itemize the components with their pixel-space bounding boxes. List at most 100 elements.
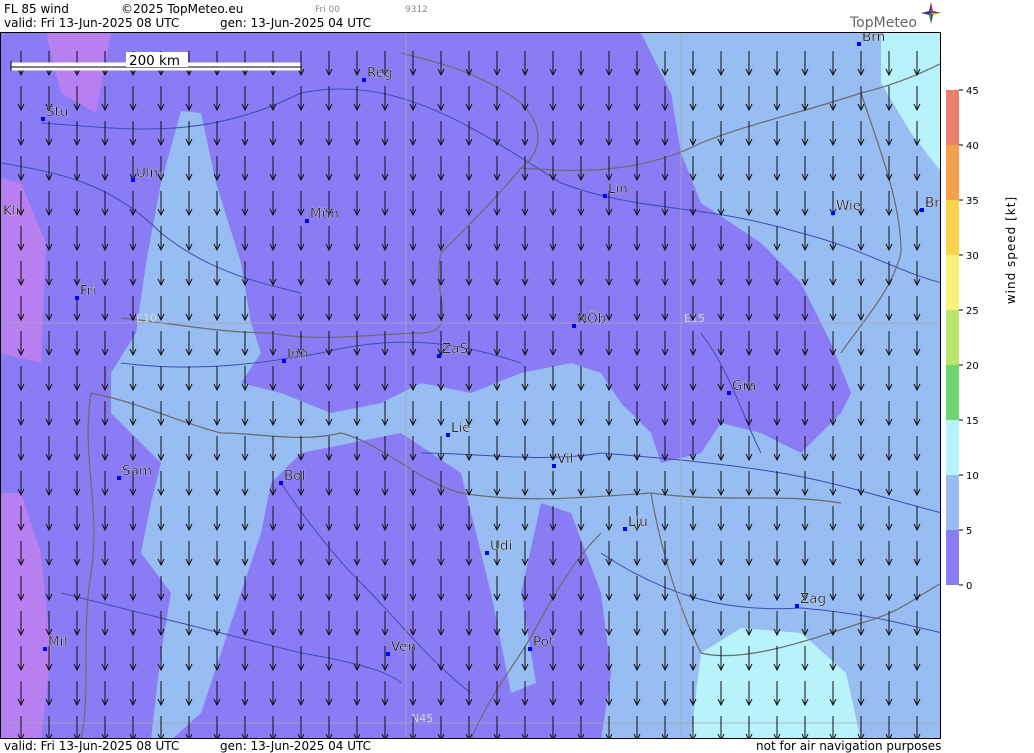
city-reg: Reg (362, 65, 393, 82)
wind-map: E10 E15 N45 200 km Brn Reg Stu Ulm Kli Mün Lin… (0, 32, 941, 739)
city-marker (362, 78, 366, 82)
city-zas: ZaS (437, 341, 468, 358)
city-label: Zag (800, 591, 826, 607)
city-marker (282, 359, 286, 363)
legend-swatch (946, 255, 959, 310)
city-label: Udi (490, 538, 512, 554)
city-label: Ulm (136, 165, 163, 181)
city-marker (623, 527, 627, 531)
footer-generated-time: gen: 13-Jun-2025 04 UTC (220, 739, 372, 753)
city-marker (920, 208, 924, 212)
city-label: Fri (80, 283, 96, 299)
city-marker (386, 652, 390, 656)
city-mün: Mün (305, 206, 339, 223)
city-marker (727, 391, 731, 395)
city-stu: Stu (41, 104, 69, 121)
legend-ticks: 45 40 35 30 25 20 15 10 5 0 (959, 86, 979, 592)
legend-tick-label: 35 (966, 196, 979, 207)
city-marker (485, 551, 489, 555)
city-marker (75, 296, 79, 300)
city-marker (43, 647, 47, 651)
city-ulm: Ulm (131, 165, 163, 182)
city-label: Brn (862, 33, 885, 45)
legend-swatch (946, 310, 959, 365)
city-label: Kli (3, 203, 19, 219)
city-marker (552, 464, 556, 468)
city-label: Lju (628, 514, 648, 530)
city-marker (831, 211, 835, 215)
city-label: Inn (287, 346, 308, 362)
city-marker (131, 178, 135, 182)
city-marker (117, 476, 121, 480)
legend-tick-label: 40 (966, 141, 979, 152)
city-nöb: NÖb (572, 309, 606, 328)
city-label: Reg (367, 65, 393, 81)
legend-title: wind speed [kt] (1004, 196, 1018, 304)
city-label: Lie (451, 420, 471, 436)
generated-time: gen: 13-Jun-2025 04 UTC (220, 16, 372, 30)
legend: 45 40 35 30 25 20 15 10 5 0 wind speed [kt] (946, 86, 1018, 592)
legend-swatch (946, 420, 959, 475)
copyright: ©2025 TopMeteo.eu (121, 2, 244, 16)
city-sam: Sam (117, 463, 152, 480)
city-gra: Gra (727, 378, 756, 395)
city-label: Vil (557, 451, 573, 467)
logo: TopMeteo (850, 15, 917, 31)
legend-tick-label: 5 (966, 526, 972, 537)
grid-label-e15: E15 (684, 312, 705, 325)
city-marker (857, 42, 861, 46)
footer-disclaimer: not for air navigation purposes (756, 739, 942, 753)
city-label: Mil (48, 634, 67, 650)
city-marker (446, 433, 450, 437)
grid-label-e10: E10 (136, 312, 157, 325)
city-label: Sam (122, 463, 152, 479)
city-label: Mün (310, 206, 339, 222)
city-label: Br (925, 195, 940, 211)
city-marker (437, 354, 441, 358)
city-label: Gra (732, 378, 756, 394)
frame-id: 9312 (405, 5, 428, 15)
footer-valid-time: valid: Fri 13-Jun-2025 08 UTC (4, 739, 180, 753)
frame-label: Fri 00 (315, 5, 341, 15)
legend-swatch (946, 200, 959, 255)
legend-tick-label: 20 (966, 361, 979, 372)
legend-color-bar (946, 90, 959, 585)
city-label: Pot (533, 634, 554, 650)
city-marker (795, 604, 799, 608)
city-label: Stu (46, 104, 68, 120)
legend-swatch (946, 145, 959, 200)
scale-bar-label: 200 km (129, 53, 180, 69)
city-label: Ven (391, 639, 416, 655)
legend-tick-label: 0 (966, 581, 972, 592)
legend-tick-label: 30 (966, 251, 979, 262)
city-marker (572, 324, 576, 328)
grid-label-n45: N45 (411, 712, 433, 725)
legend-swatch (946, 90, 959, 145)
city-marker (528, 647, 532, 651)
legend-swatch (946, 530, 959, 585)
city-ven: Ven (386, 639, 416, 656)
city-marker (603, 194, 607, 198)
city-label: ZaS (442, 341, 468, 357)
city-label: Wie (836, 198, 861, 214)
legend-tick-label: 45 (966, 86, 979, 97)
city-wie: Wie (831, 198, 861, 215)
compass-star-icon (921, 2, 941, 28)
legend-tick-label: 15 (966, 416, 979, 427)
city-zag: Zag (795, 591, 826, 608)
legend-swatch (946, 475, 959, 530)
city-brn: Brn (857, 33, 885, 46)
legend-tick-label: 10 (966, 471, 979, 482)
legend-swatch (946, 365, 959, 420)
city-label: Bol (284, 468, 305, 484)
city-label: Lin (608, 181, 628, 197)
city-label: NÖb (577, 309, 606, 327)
legend-tick-label: 25 (966, 306, 979, 317)
valid-time: valid: Fri 13-Jun-2025 08 UTC (4, 16, 180, 30)
city-marker (305, 219, 309, 223)
city-marker (41, 117, 45, 121)
footer: valid: Fri 13-Jun-2025 08 UTC gen: 13-Ju… (0, 739, 941, 753)
product-title: FL 85 wind (4, 2, 69, 16)
city-marker (279, 481, 283, 485)
city-udi: Udi (485, 538, 512, 555)
